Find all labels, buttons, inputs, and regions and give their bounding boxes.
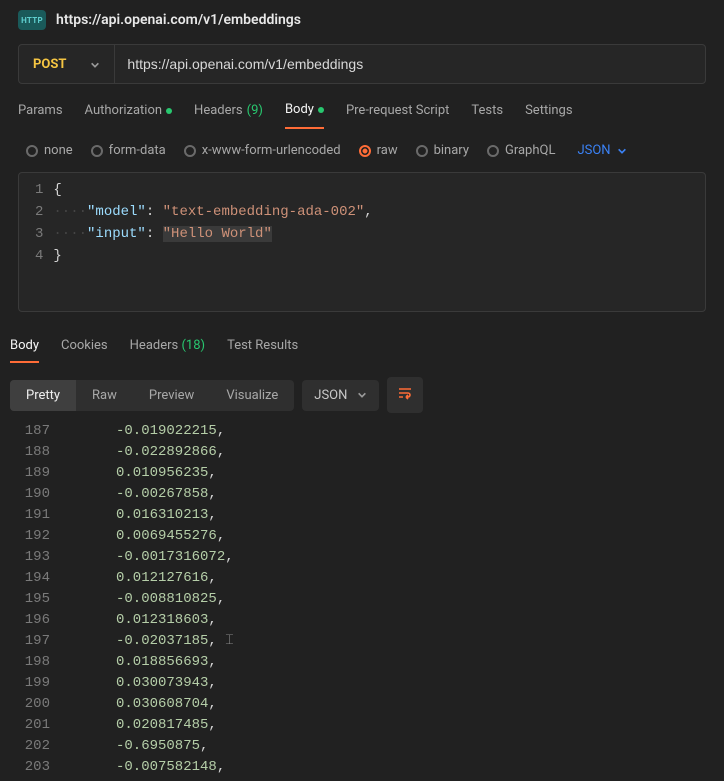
response-format-label: JSON [314, 388, 347, 403]
tab-headers-label: Headers [194, 103, 243, 118]
response-tabs: Body Cookies Headers (18) Test Results [0, 312, 724, 363]
radio-graphql[interactable]: GraphQL [487, 143, 555, 158]
tab-header: HTTP https://api.openai.com/v1/embedding… [0, 0, 724, 38]
radio-icon [359, 145, 371, 157]
url-input[interactable] [115, 45, 705, 83]
request-tabs: Params Authorization Headers (9) Body Pr… [0, 84, 724, 129]
radio-xform[interactable]: x-www-form-urlencoded [184, 143, 341, 158]
radio-raw[interactable]: raw [359, 143, 398, 158]
method-label: POST [33, 57, 66, 72]
body-format-select[interactable]: JSON [577, 143, 626, 158]
resp-headers-label: Headers [130, 338, 179, 353]
radio-none[interactable]: none [26, 143, 73, 158]
radio-icon [26, 145, 38, 157]
request-body-editor[interactable]: 1 2 3 4 { ····"model": "text-embedding-a… [18, 172, 706, 312]
chevron-down-icon [90, 59, 100, 69]
radio-icon [91, 145, 103, 157]
dot-indicator-icon [166, 108, 172, 114]
response-view-bar: Pretty Raw Preview Visualize JSON [0, 363, 724, 421]
line-gutter: 1 2 3 4 [19, 173, 53, 311]
wrap-lines-button[interactable] [387, 377, 423, 413]
radio-icon [184, 145, 196, 157]
view-visualize[interactable]: Visualize [210, 380, 294, 411]
response-gutter: 1871881891901911921931941951961971981992… [10, 421, 56, 781]
tab-body-label: Body [285, 102, 314, 117]
tab-prerequest[interactable]: Pre-request Script [346, 102, 449, 129]
tab-auth-label: Authorization [85, 103, 163, 118]
tab-authorization[interactable]: Authorization [85, 102, 173, 129]
resp-tab-cookies[interactable]: Cookies [61, 338, 108, 363]
tab-headers[interactable]: Headers (9) [194, 102, 263, 129]
resp-tab-headers[interactable]: Headers (18) [130, 338, 205, 363]
method-select[interactable]: POST [19, 45, 115, 83]
request-bar: POST [18, 44, 706, 84]
response-view-group: Pretty Raw Preview Visualize [10, 380, 294, 411]
resp-tab-body[interactable]: Body [10, 338, 39, 363]
radio-binary[interactable]: binary [416, 143, 469, 158]
response-code[interactable]: -0.019022215,-0.022892866,0.010956235,-0… [56, 421, 724, 781]
tab-body[interactable]: Body [285, 102, 324, 129]
tab-tests[interactable]: Tests [471, 102, 503, 129]
resp-headers-count: (18) [181, 338, 205, 353]
view-preview[interactable]: Preview [133, 380, 210, 411]
tab-headers-count: (9) [247, 103, 263, 118]
view-pretty[interactable]: Pretty [10, 380, 76, 411]
http-badge-icon: HTTP [18, 10, 46, 30]
page-title: https://api.openai.com/v1/embeddings [56, 12, 301, 28]
body-type-row: none form-data x-www-form-urlencoded raw… [0, 129, 724, 168]
response-body-editor[interactable]: 1871881891901911921931941951961971981992… [10, 421, 724, 781]
tab-params[interactable]: Params [18, 102, 63, 129]
body-format-label: JSON [577, 143, 610, 158]
radio-icon [487, 145, 499, 157]
radio-icon [416, 145, 428, 157]
tab-settings[interactable]: Settings [525, 102, 572, 129]
code-area[interactable]: { ····"model": "text-embedding-ada-002",… [53, 173, 705, 311]
radio-form-data[interactable]: form-data [91, 143, 166, 158]
resp-tab-test-results[interactable]: Test Results [227, 338, 298, 363]
dot-indicator-icon [318, 107, 324, 113]
view-raw[interactable]: Raw [76, 380, 133, 411]
response-format-select[interactable]: JSON [302, 380, 379, 411]
